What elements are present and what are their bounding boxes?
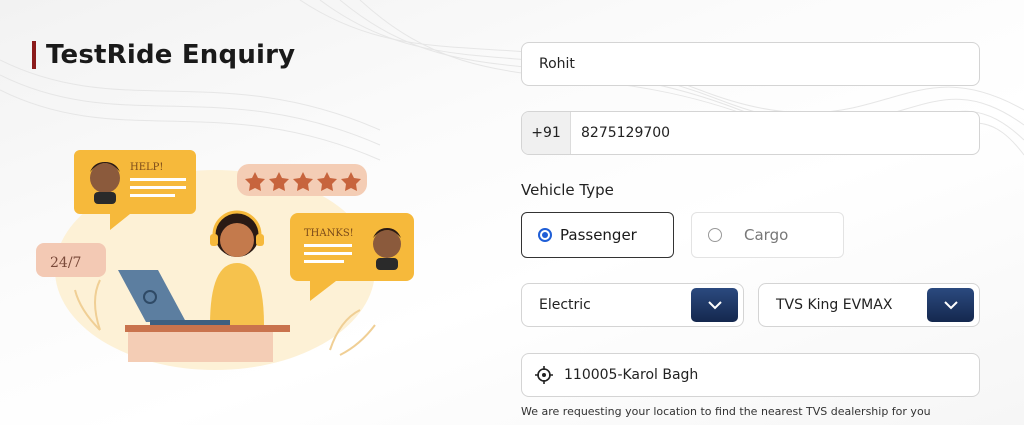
radio-selected-icon[interactable] [538,228,552,242]
vehicle-model-select[interactable]: TVS King EVMAX [758,283,980,327]
name-field[interactable]: Rohit [521,42,980,86]
support-illustration: 24/7 HELP! THANKS! [36,150,414,370]
phone-field[interactable]: +91 8275129700 [521,111,980,155]
vehicle-type-label: Vehicle Type [521,181,614,199]
fuel-type-select[interactable]: Electric [521,283,744,327]
thanks-text: THANKS! [304,228,354,239]
rating-bubble [237,164,367,196]
location-note: We are requesting your location to find … [521,405,931,418]
chevron-down-icon [707,300,722,309]
desk-base [128,332,273,362]
vehicle-model-dropdown-button[interactable] [927,288,974,322]
country-code-prefix: +91 [522,112,571,154]
location-value: 110005-Karol Bagh [564,367,699,383]
passenger-label: Passenger [560,226,637,244]
page-header: TestRide Enquiry [32,40,295,70]
desk [125,325,290,332]
crosshair-icon[interactable] [534,365,554,385]
fuel-type-value: Electric [539,297,591,313]
phone-value: 8275129700 [581,125,671,141]
cargo-label: Cargo [744,226,789,244]
availability-text: 24/7 [50,255,81,271]
location-field[interactable]: 110005-Karol Bagh [521,353,980,397]
chevron-down-icon [943,300,958,309]
fuel-type-dropdown-button[interactable] [691,288,738,322]
name-value: Rohit [539,56,575,72]
vehicle-type-cargo-option[interactable]: Cargo [691,212,844,258]
vehicle-model-value: TVS King EVMAX [776,297,893,313]
page-title: TestRide Enquiry [46,40,296,70]
vehicle-type-passenger-option[interactable]: Passenger [521,212,674,258]
radio-unselected-icon[interactable] [708,228,722,242]
availability-tag: 24/7 [36,243,106,277]
help-text: HELP! [130,162,163,173]
title-accent-bar [32,41,36,69]
